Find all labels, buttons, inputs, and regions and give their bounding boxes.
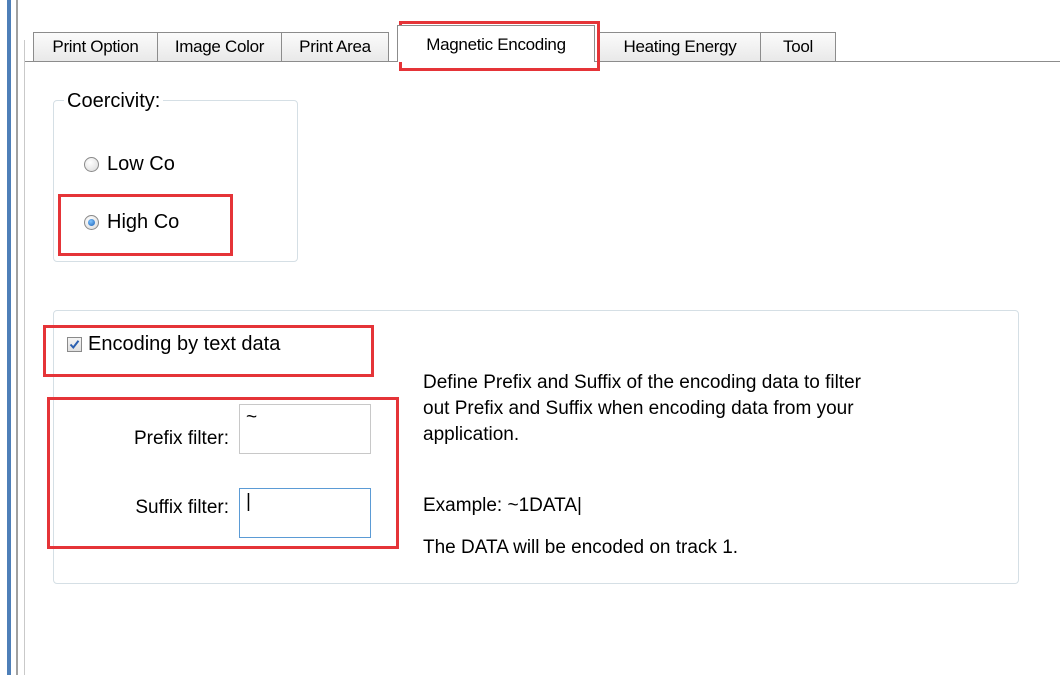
encoding-by-text-label: Encoding by text data	[88, 333, 281, 355]
radio-label-high-co: High Co	[107, 211, 180, 233]
description-line: application.	[423, 424, 520, 445]
tab-heating-energy[interactable]: Heating Energy	[599, 32, 761, 62]
radio-button-icon[interactable]	[84, 157, 99, 172]
encoding-example: Example: ~1DATA|	[423, 495, 582, 516]
coercivity-group	[53, 100, 298, 262]
tab-print-option[interactable]: Print Option	[33, 32, 158, 62]
prefix-filter-label: Prefix filter:	[133, 428, 229, 449]
window-left-margin	[0, 0, 7, 675]
suffix-filter-label: Suffix filter:	[135, 497, 229, 518]
description-line: out Prefix and Suffix when encoding data…	[423, 398, 854, 419]
encoding-description: Define Prefix and Suffix of the encoding…	[423, 370, 861, 448]
tab-print-area[interactable]: Print Area	[281, 32, 389, 62]
radio-button-selected-icon[interactable]	[84, 215, 99, 230]
radio-high-co[interactable]: High Co	[84, 211, 179, 234]
suffix-filter-input[interactable]: |	[239, 488, 371, 538]
panel-left-border	[24, 40, 25, 675]
tab-magnetic-encoding[interactable]: Magnetic Encoding	[397, 25, 595, 62]
encoding-by-text-checkbox[interactable]: Encoding by text data	[67, 333, 280, 356]
window-frame-edge	[7, 0, 11, 675]
radio-low-co[interactable]: Low Co	[84, 153, 175, 176]
checkbox-checked-icon[interactable]	[67, 337, 82, 352]
coercivity-legend: Coercivity:	[64, 90, 164, 112]
description-line: Define Prefix and Suffix of the encoding…	[423, 372, 861, 393]
prefix-filter-input[interactable]: ~	[239, 404, 371, 454]
window-frame-divider	[16, 0, 18, 675]
tab-image-color[interactable]: Image Color	[157, 32, 282, 62]
radio-label-low-co: Low Co	[107, 153, 175, 175]
tab-tool[interactable]: Tool	[760, 32, 836, 62]
encoding-track-note: The DATA will be encoded on track 1.	[423, 537, 739, 558]
